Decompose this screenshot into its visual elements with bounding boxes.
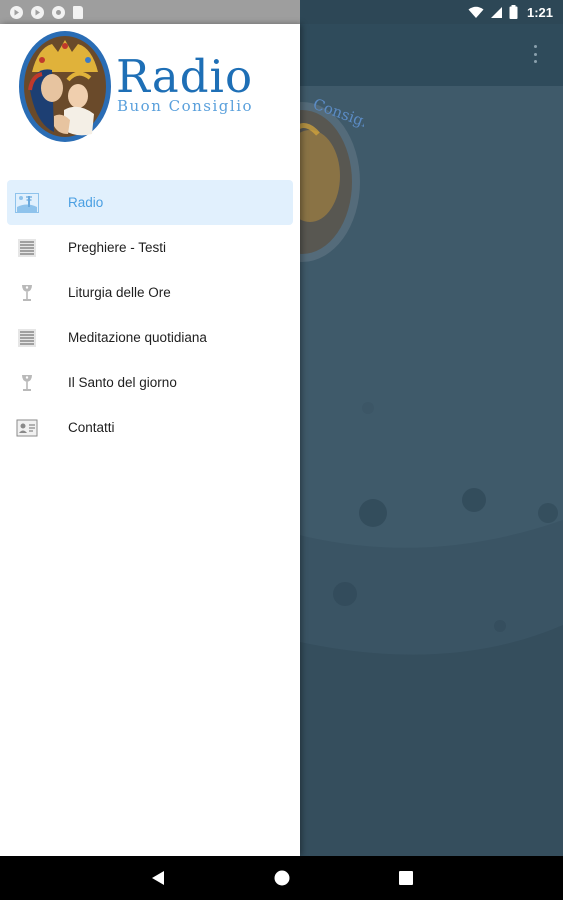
recents-square-icon <box>398 871 413 885</box>
menu-item-label: Liturgia delle Ore <box>68 285 171 300</box>
menu-item-radio[interactable]: Radio <box>7 180 293 225</box>
status-bar: 1:21 <box>0 0 563 24</box>
menu-item-label: Preghiere - Testi <box>68 240 167 255</box>
status-bar-notifications <box>0 0 300 24</box>
menu-item-contatti[interactable]: Contatti <box>7 405 293 450</box>
navigation-bar <box>0 856 563 900</box>
radio-tower-icon <box>13 189 41 217</box>
home-button[interactable] <box>270 866 294 890</box>
drawer-header: Radio Buon Consiglio <box>0 24 300 174</box>
menu-item-meditazione-quotidiana[interactable]: Meditazione quotidiana <box>7 315 293 360</box>
overflow-menu-icon[interactable] <box>527 42 543 66</box>
sd-card-icon <box>73 5 83 19</box>
menu-item-preghiere-testi[interactable]: Preghiere - Testi <box>7 225 293 270</box>
signal-icon <box>490 6 502 18</box>
record-icon <box>52 5 65 19</box>
back-button[interactable] <box>146 866 170 890</box>
wifi-icon <box>468 6 484 18</box>
menu-item-label: Meditazione quotidiana <box>68 330 207 345</box>
menu-item-liturgia-delle-ore[interactable]: Liturgia delle Ore <box>7 270 293 315</box>
contact-card-icon <box>13 414 41 442</box>
battery-icon <box>509 5 518 19</box>
menu-item-il-santo-del-giorno[interactable]: Il Santo del giorno <box>7 360 293 405</box>
list-icon <box>13 324 41 352</box>
recents-button[interactable] <box>394 866 418 890</box>
menu-item-label: Radio <box>68 195 104 210</box>
chalice-icon <box>13 369 41 397</box>
back-triangle-icon <box>151 871 164 885</box>
play-circle-icon <box>10 5 23 19</box>
chalice-icon <box>13 279 41 307</box>
list-icon <box>13 234 41 262</box>
drawer-menu: Radio Preghiere - Testi Liturgia delle O… <box>0 180 300 450</box>
menu-item-label: Contatti <box>68 420 115 435</box>
logo-title: Radio <box>116 50 254 103</box>
navigation-drawer: Radio Buon Consiglio Radio Preghiere - T… <box>0 24 300 856</box>
home-circle-icon <box>274 870 289 886</box>
play-circle-icon <box>31 5 44 19</box>
madonna-medallion-logo <box>19 31 111 142</box>
logo-subtitle: Buon Consiglio <box>117 97 254 115</box>
status-bar-system: 1:21 <box>300 0 563 24</box>
menu-item-label: Il Santo del giorno <box>68 375 177 390</box>
status-time: 1:21 <box>526 4 553 20</box>
